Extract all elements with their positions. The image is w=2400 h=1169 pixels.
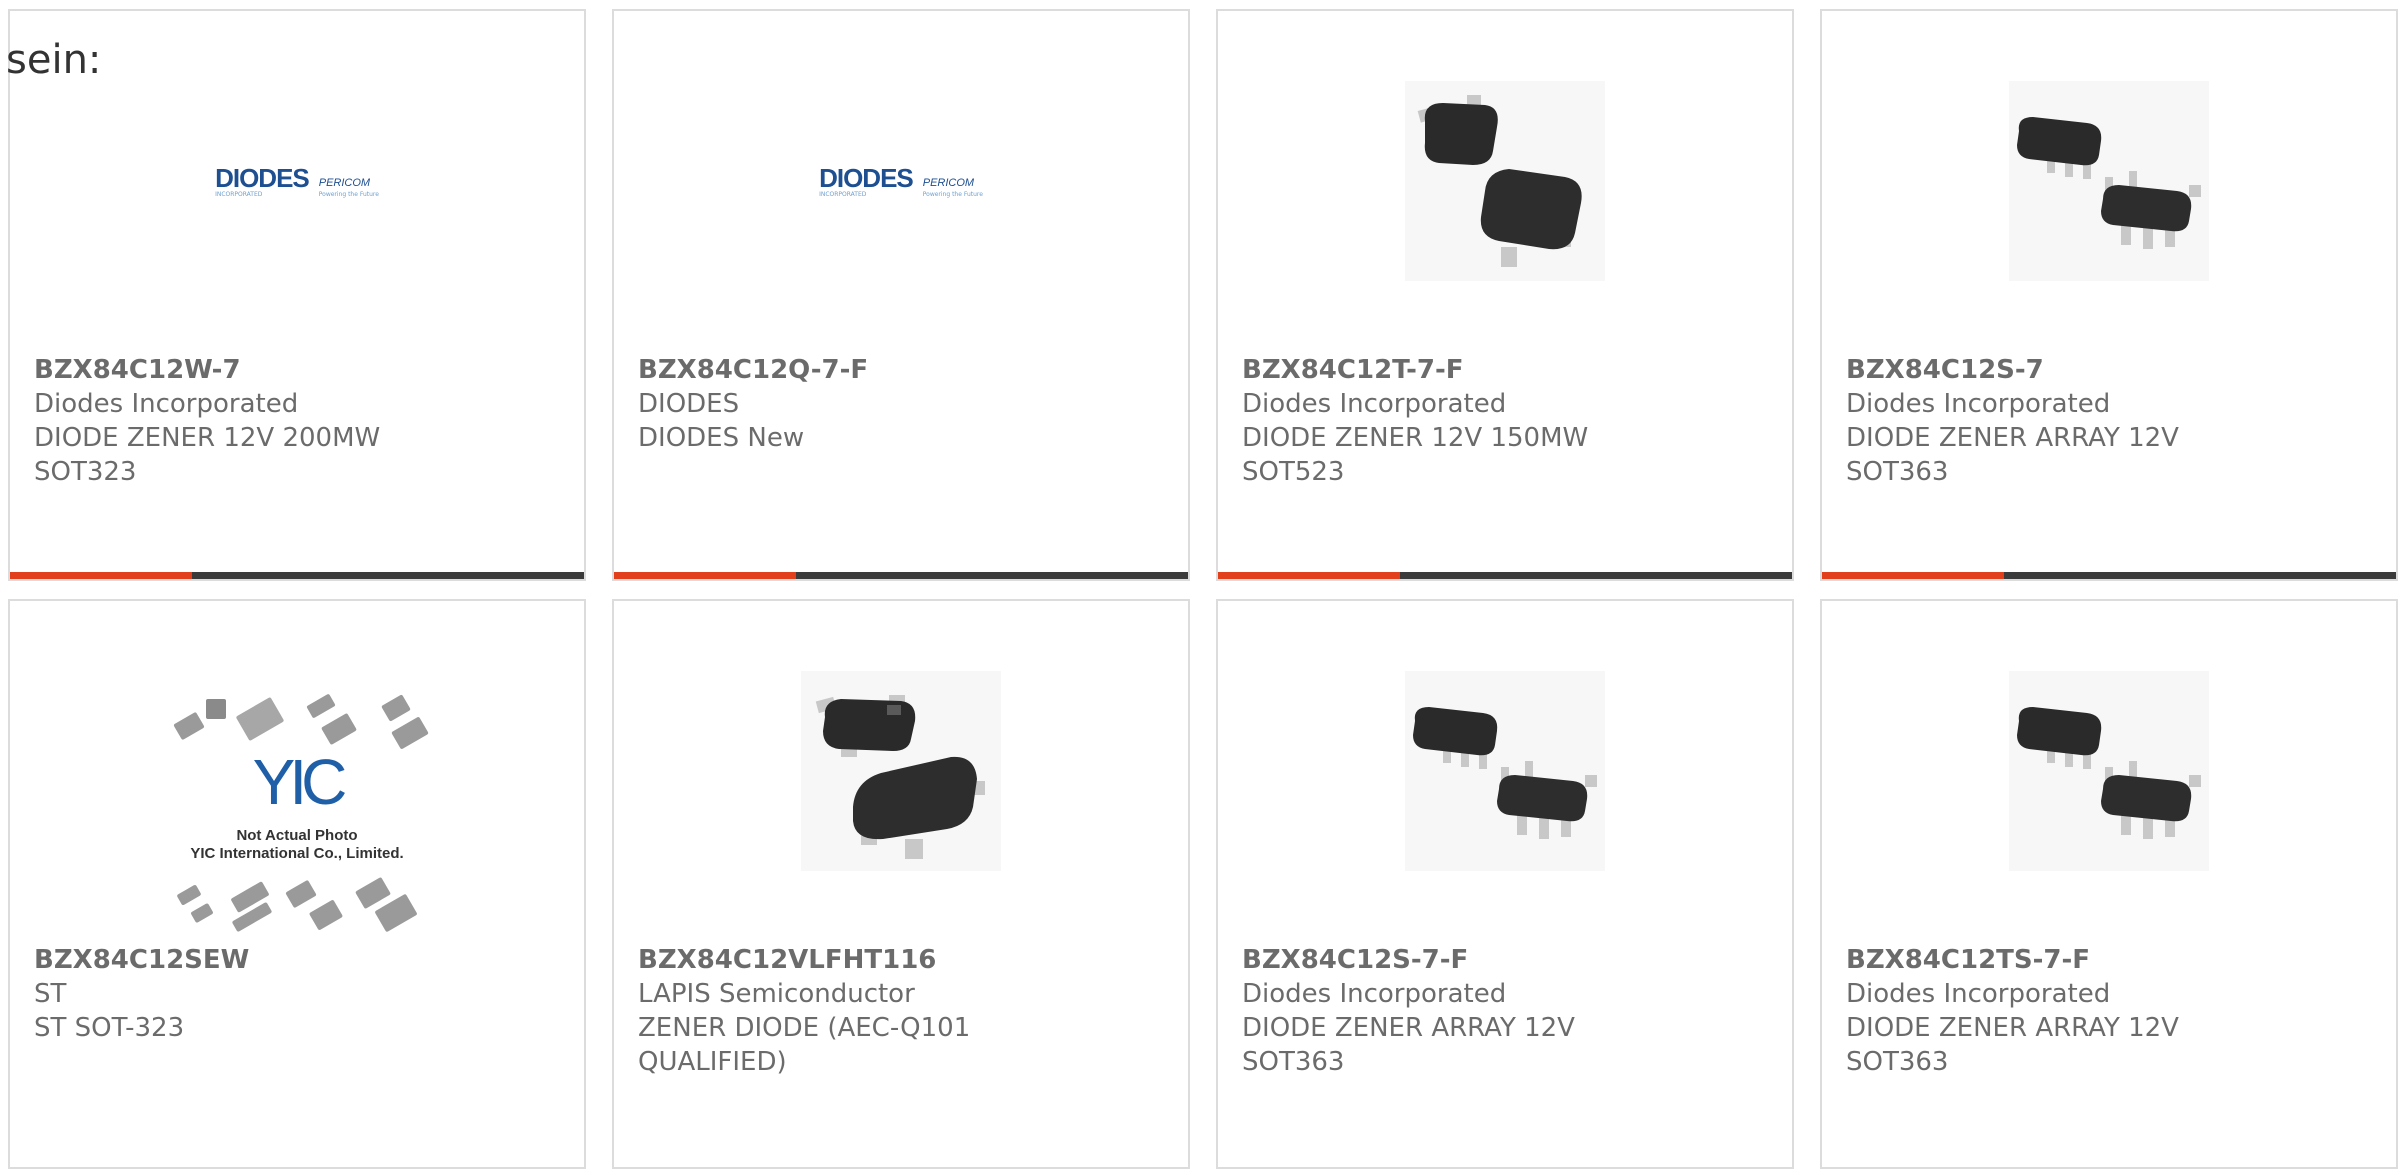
product-image[interactable] [1405, 81, 1605, 281]
package: SOT363 [1846, 457, 1949, 487]
diodes-logo: DIODES INCORPORATED PERICOM Powering the F… [215, 165, 379, 198]
product-card[interactable]: YIC Not Actual Photo YIC International C… [8, 599, 586, 1169]
product-image[interactable]: DIODES INCORPORATED PERICOM Powering the F… [197, 81, 397, 281]
diodes-logo: DIODES INCORPORATED PERICOM Powering the F… [819, 165, 983, 198]
part-number[interactable]: BZX84C12S-7-F [1242, 943, 1772, 977]
card-bottom-bar [10, 572, 584, 579]
description: DIODE ZENER ARRAY 12V [1242, 1013, 1575, 1043]
product-card[interactable]: BZX84C12S-7 Diodes Incorporated DIODE ZE… [1820, 9, 2398, 581]
description: DIODE ZENER ARRAY 12V [1846, 1013, 2179, 1043]
sot363-package-icon [2009, 81, 2209, 281]
description: DIODE ZENER 12V 200MW [34, 423, 381, 453]
part-number[interactable]: BZX84C12W-7 [34, 353, 564, 387]
product-card[interactable]: DIODES INCORPORATED PERICOM Powering the F… [612, 9, 1190, 581]
yic-logo: YIC [252, 746, 348, 818]
description-cont: QUALIFIED) [638, 1047, 787, 1077]
card-bottom-bar [1822, 572, 2396, 579]
product-card[interactable]: BZX84C12S-7-F Diodes Incorporated DIODE … [1216, 599, 1794, 1169]
pericom-brand-sub: Powering the Future [318, 190, 379, 198]
pericom-brand: PERICOM [922, 176, 975, 189]
product-card[interactable]: BZX84C12TS-7-F Diodes Incorporated DIODE… [1820, 599, 2398, 1169]
manufacturer: LAPIS Semiconductor [638, 979, 915, 1009]
product-image[interactable] [2009, 671, 2209, 871]
product-info: BZX84C12S-7 Diodes Incorporated DIODE ZE… [1846, 353, 2376, 489]
part-number[interactable]: BZX84C12S-7 [1846, 353, 2376, 387]
manufacturer: Diodes Incorporated [34, 389, 299, 419]
part-number[interactable]: BZX84C12TS-7-F [1846, 943, 2376, 977]
part-number[interactable]: BZX84C12VLFHT116 [638, 943, 1168, 977]
card-bar-accent [1822, 572, 2004, 579]
product-info: BZX84C12SEW ST ST SOT-323 [34, 943, 564, 1045]
product-image[interactable] [2009, 81, 2209, 281]
diodes-brand: DIODES [819, 162, 914, 193]
diodes-brand: DIODES [215, 162, 310, 193]
product-image[interactable]: DIODES INCORPORATED PERICOM Powering the F… [801, 81, 1001, 281]
product-info: BZX84C12T-7-F Diodes Incorporated DIODE … [1242, 353, 1772, 489]
part-number[interactable]: BZX84C12Q-7-F [638, 353, 1168, 387]
manufacturer: Diodes Incorporated [1846, 979, 2111, 1009]
package: SOT363 [1242, 1047, 1345, 1077]
card-bar-accent [1218, 572, 1400, 579]
product-card[interactable]: BZX84C12VLFHT116 LAPIS Semiconductor ZEN… [612, 599, 1190, 1169]
manufacturer: Diodes Incorporated [1242, 389, 1507, 419]
product-card[interactable]: DIODES INCORPORATED PERICOM Powering the F… [8, 9, 586, 581]
product-info: BZX84C12Q-7-F DIODES DIODES New [638, 353, 1168, 455]
manufacturer: Diodes Incorporated [1242, 979, 1507, 1009]
package: SOT323 [34, 457, 137, 487]
product-info: BZX84C12W-7 Diodes Incorporated DIODE ZE… [34, 353, 564, 489]
package: SOT523 [1242, 457, 1345, 487]
product-image[interactable] [1405, 671, 1605, 871]
card-bar-accent [614, 572, 796, 579]
sot363-package-icon [2009, 671, 2209, 871]
description: DIODE ZENER 12V 150MW [1242, 423, 1589, 453]
yic-note-line-2: YIC International Co., Limited. [190, 845, 404, 862]
product-info: BZX84C12VLFHT116 LAPIS Semiconductor ZEN… [638, 943, 1168, 1079]
yic-note: Not Actual Photo YIC International Co., … [162, 827, 432, 863]
manufacturer: Diodes Incorporated [1846, 389, 2111, 419]
yic-placeholder-image: YIC Not Actual Photo YIC International C… [162, 689, 432, 933]
manufacturer: DIODES [638, 389, 740, 419]
manufacturer: ST [34, 979, 67, 1009]
part-number[interactable]: BZX84C12SEW [34, 943, 564, 977]
sot523-package-icon [1405, 81, 1605, 281]
product-info: BZX84C12TS-7-F Diodes Incorporated DIODE… [1846, 943, 2376, 1079]
yic-note-line-1: Not Actual Photo [236, 827, 358, 844]
pericom-brand-sub: Powering the Future [922, 190, 983, 198]
product-info: BZX84C12S-7-F Diodes Incorporated DIODE … [1242, 943, 1772, 1079]
product-image[interactable] [801, 671, 1001, 871]
description: DIODES New [638, 423, 805, 453]
sot-package-icon [801, 671, 1001, 871]
product-card[interactable]: BZX84C12T-7-F Diodes Incorporated DIODE … [1216, 9, 1794, 581]
card-bottom-bar [614, 572, 1188, 579]
card-bar-accent [10, 572, 192, 579]
pericom-brand: PERICOM [318, 176, 371, 189]
product-image[interactable]: YIC Not Actual Photo YIC International C… [162, 689, 432, 933]
description: ST SOT-323 [34, 1013, 185, 1043]
part-number[interactable]: BZX84C12T-7-F [1242, 353, 1772, 387]
description: DIODE ZENER ARRAY 12V [1846, 423, 2179, 453]
package: SOT363 [1846, 1047, 1949, 1077]
sot363-package-icon [1405, 671, 1605, 871]
card-bottom-bar [1218, 572, 1792, 579]
intro-text: sein: [6, 37, 102, 83]
description: ZENER DIODE (AEC-Q101 [638, 1013, 971, 1043]
